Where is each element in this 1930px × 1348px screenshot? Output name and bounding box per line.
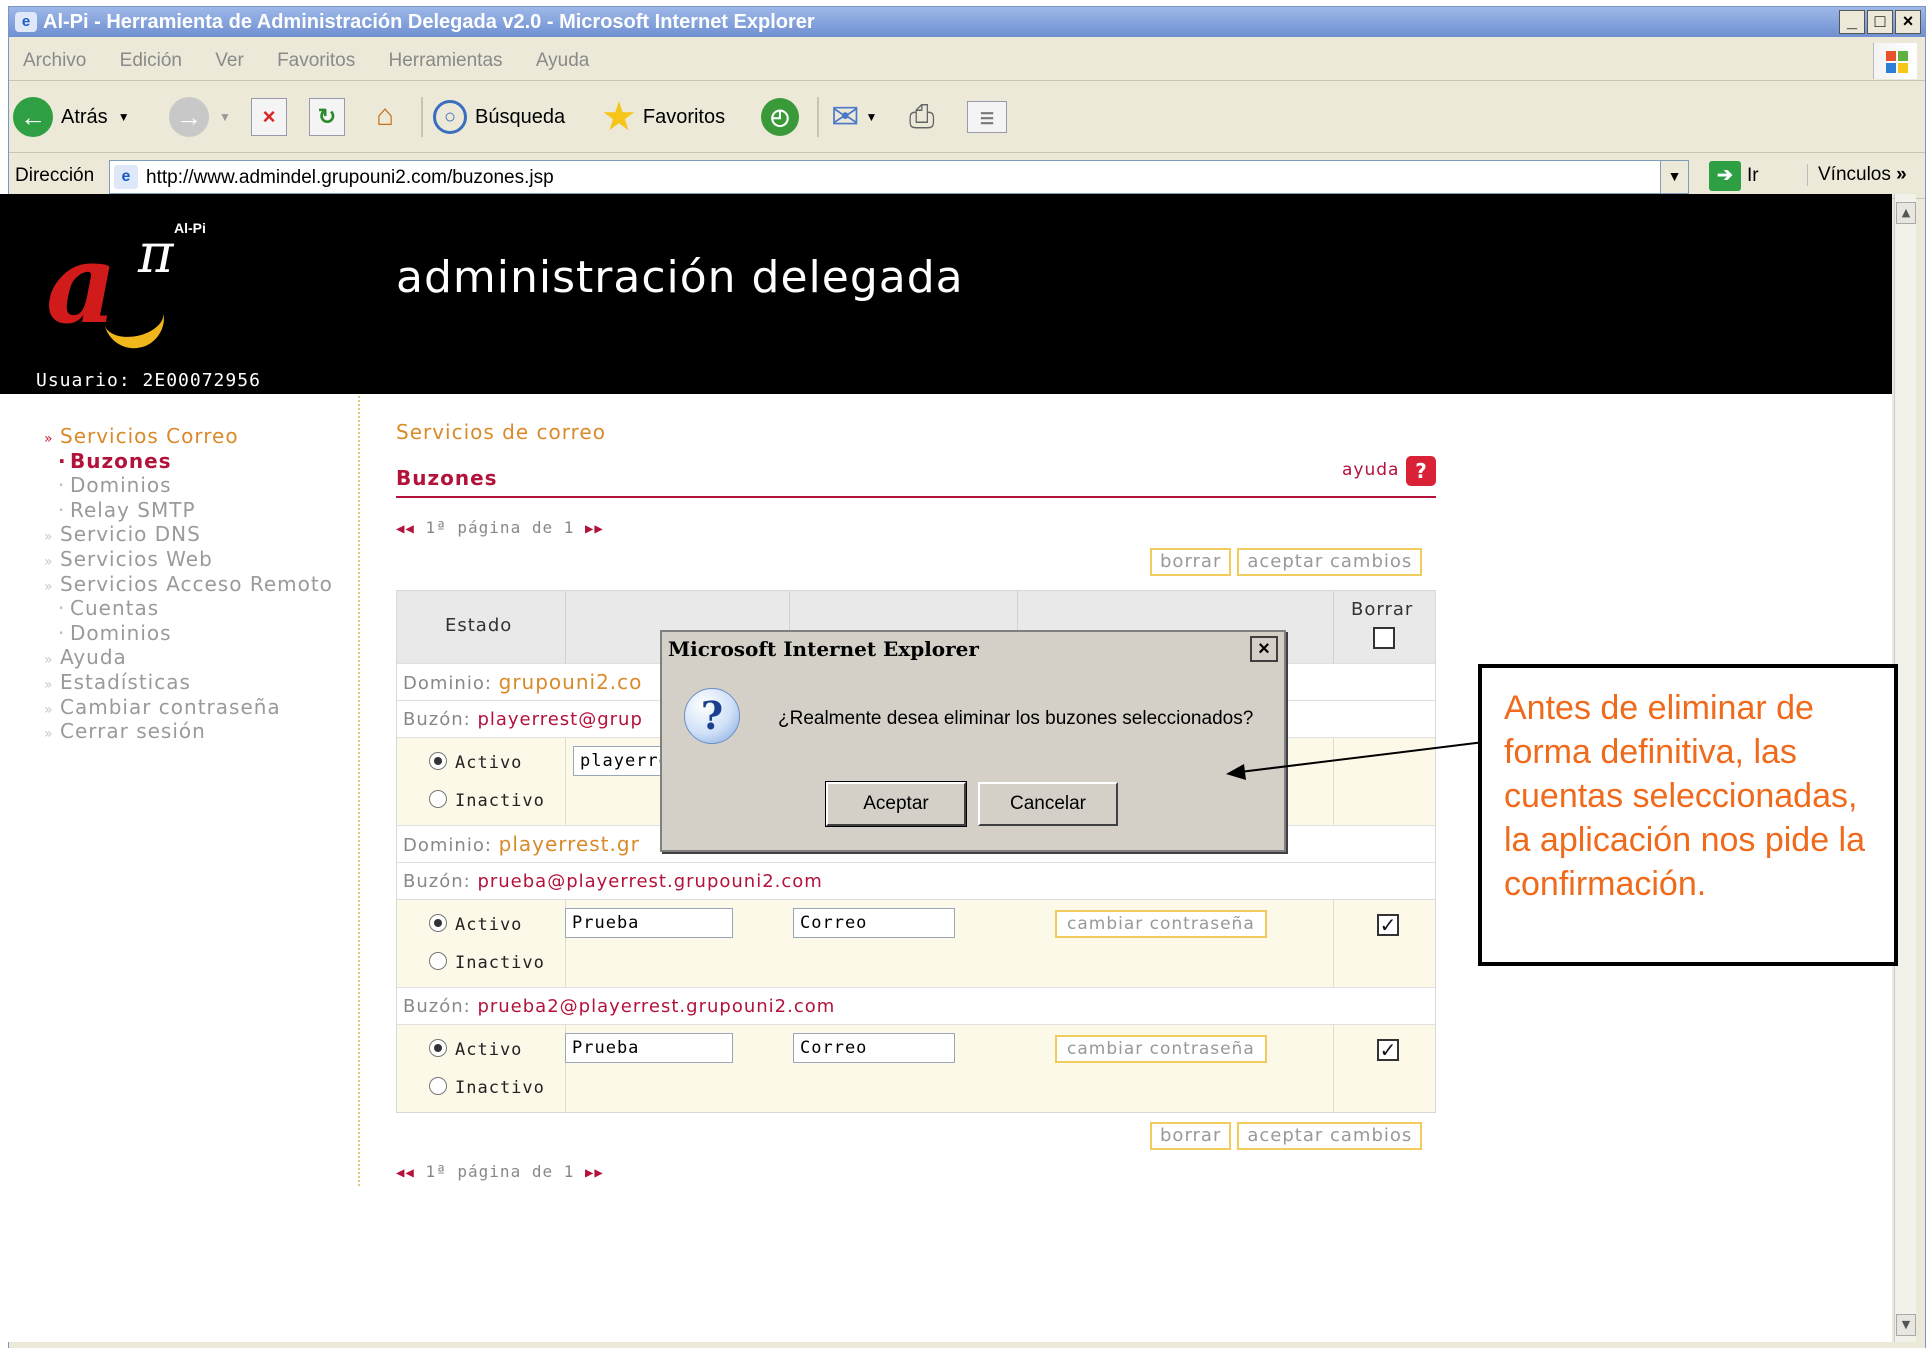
annotation-callout: Antes de eliminar de forma definitiva, l… [1478,664,1898,966]
callout-arrow-head [1226,764,1246,780]
callout-arrow-line [1239,741,1485,773]
